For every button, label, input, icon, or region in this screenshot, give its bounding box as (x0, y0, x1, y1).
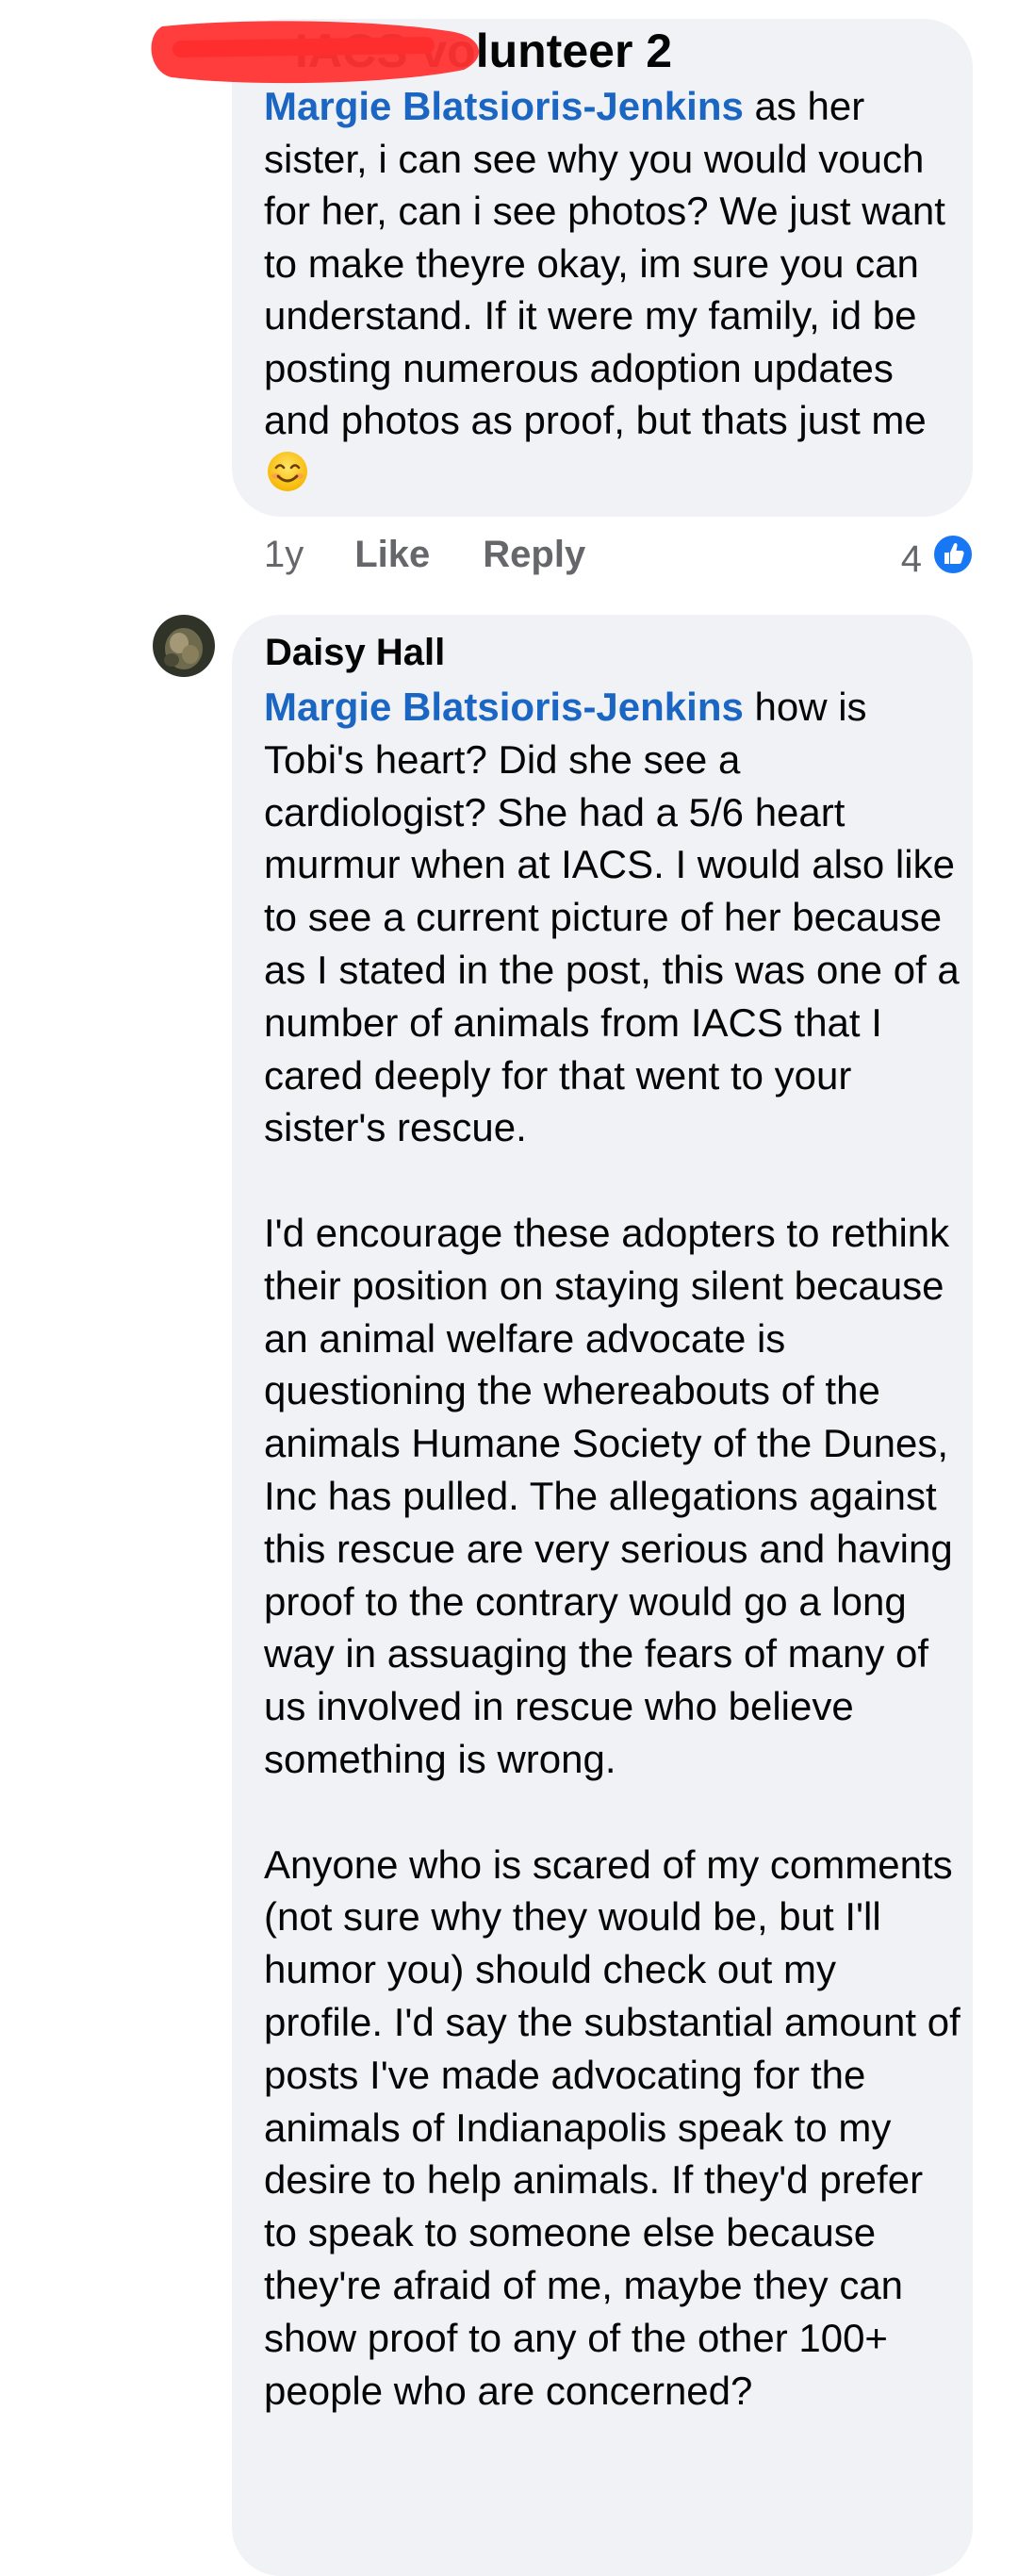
reaction-count: 4 (900, 537, 922, 580)
profile-avatar-icon (153, 615, 215, 677)
comment-paragraph: I'd encourage these adopters to rethink … (264, 1210, 953, 1781)
smiling-face-emoji-icon (266, 450, 309, 506)
comment-text: Margie Blatsioris-Jenkins as her sister,… (264, 80, 961, 505)
comment-paragraph: Anyone who is scared of my comments (not… (264, 1841, 961, 2413)
reaction-summary[interactable]: 4 (901, 533, 975, 586)
avatar[interactable] (153, 615, 215, 677)
mention-link[interactable]: Margie Blatsioris-Jenkins (264, 685, 744, 729)
comment-author-name[interactable]: Daisy Hall (265, 630, 445, 675)
comment-body-text: as her sister, i can see why you would v… (264, 84, 945, 442)
mention-link[interactable]: Margie Blatsioris-Jenkins (264, 84, 744, 128)
reply-button[interactable]: Reply (483, 534, 585, 576)
comment-text: Margie Blatsioris-Jenkins how is Tobi's … (264, 681, 961, 2417)
comment-paragraph: Margie Blatsioris-Jenkins how is Tobi's … (264, 681, 961, 1154)
comment-body-text: how is Tobi's heart? Did she see a cardi… (264, 685, 960, 1150)
like-reaction-icon (931, 533, 975, 586)
comment-actions: 1y Like Reply (264, 528, 638, 581)
like-button[interactable]: Like (354, 534, 430, 576)
comment-timestamp[interactable]: 1y (264, 534, 304, 576)
redaction-scribble (151, 21, 480, 84)
